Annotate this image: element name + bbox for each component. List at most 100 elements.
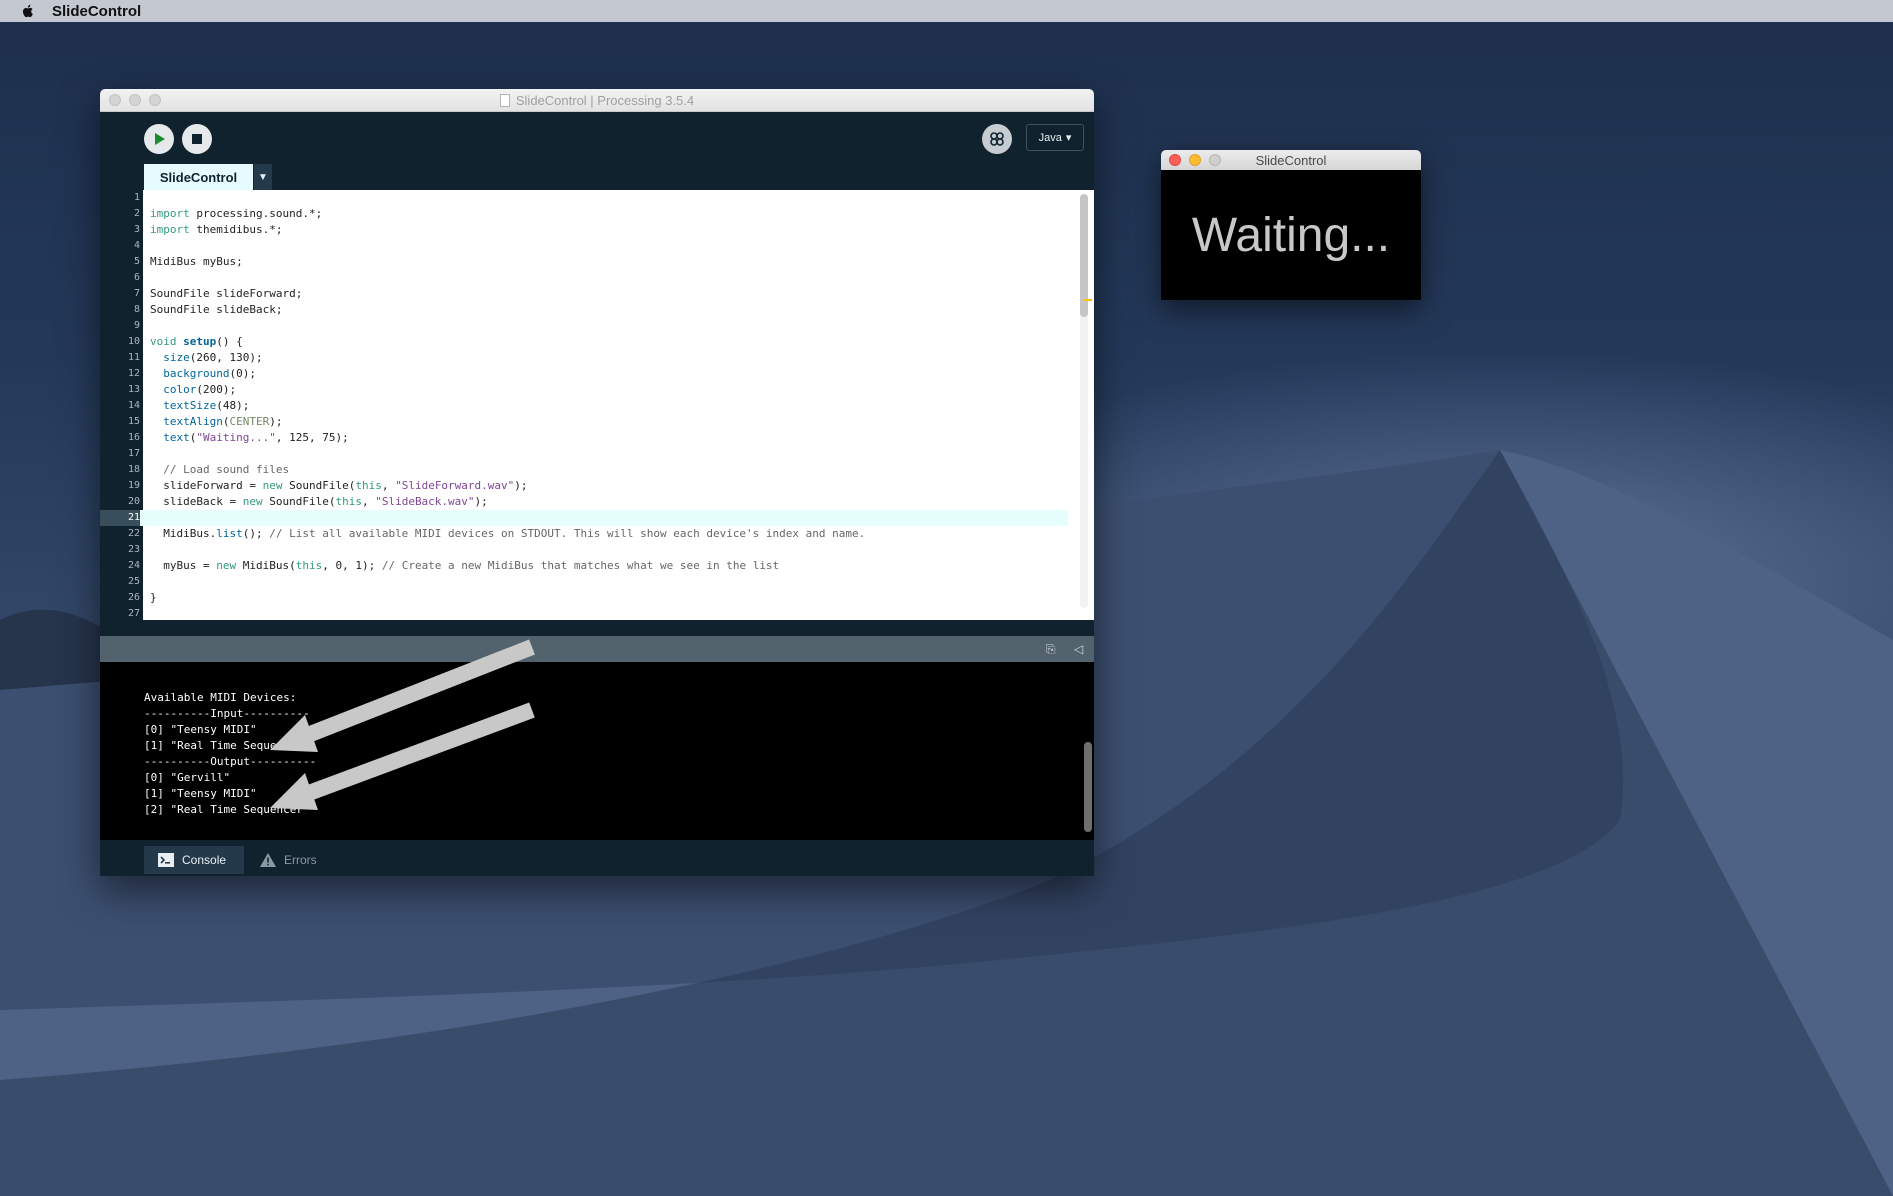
code-text[interactable]: MidiBus.list(); // List all available MI… [150,526,865,542]
line-number: 10 [127,336,140,347]
code-text[interactable]: SoundFile slideBack; [150,302,282,318]
close-button[interactable] [109,94,121,106]
code-text[interactable]: import processing.sound.*; [150,206,322,222]
code-line[interactable]: 22 MidiBus.list(); // List all available… [100,526,1068,542]
code-line[interactable]: 21 [100,510,1068,526]
line-number: 12 [127,368,140,379]
processing-window: SlideControl | Processing 3.5.4 Java ▾ S… [100,89,1094,876]
code-line[interactable]: 24 myBus = new MidiBus(this, 0, 1); // C… [100,558,1068,574]
line-number: 8 [133,304,140,315]
code-line[interactable]: 1 [100,190,1068,206]
line-number: 1 [133,192,140,203]
code-line[interactable]: 12 background(0); [100,366,1068,382]
terminal-icon [158,853,174,867]
code-line[interactable]: 18 // Load sound files [100,462,1068,478]
minimize-button[interactable] [129,94,141,106]
errors-tab-label: Errors [284,853,317,867]
console-divider[interactable]: ⎘ ◁ [100,636,1094,662]
code-line[interactable]: 10 void setup() { [100,334,1068,350]
line-number: 4 [133,240,140,251]
console-scrollbar[interactable] [1084,742,1092,832]
line-number: 3 [133,224,140,235]
menu-bar: SlideControl [0,0,1893,22]
line-number: 15 [127,416,140,427]
code-line[interactable]: 23 [100,542,1068,558]
code-text[interactable]: void setup() { [150,334,243,350]
line-number: 9 [133,320,140,331]
code-text[interactable]: myBus = new MidiBus(this, 0, 1); // Crea… [150,558,779,574]
butterfly-icon [990,132,1004,146]
mode-selector[interactable]: Java ▾ [1026,124,1084,151]
window-title-text: SlideControl | Processing 3.5.4 [515,92,695,108]
line-number: 11 [127,352,140,363]
app-menu-name[interactable]: SlideControl [52,3,141,20]
tab-menu-button[interactable]: ▼ [254,164,272,191]
code-line[interactable]: 27 [100,606,1068,622]
code-text[interactable]: size(260, 130); [150,350,262,366]
code-line[interactable]: 11 size(260, 130); [100,350,1068,366]
code-line[interactable]: 14 textSize(48); [100,398,1068,414]
code-text[interactable]: // Load sound files [150,462,289,478]
line-number: 19 [127,480,140,491]
code-line[interactable]: 20 slideBack = new SoundFile(this, "Slid… [100,494,1068,510]
collapse-icon[interactable]: ◁ [1074,642,1083,656]
sketch-zoom-button[interactable] [1209,154,1221,166]
code-line[interactable]: 9 [100,318,1068,334]
console-line: ----------Input---------- [144,707,310,720]
copy-icon[interactable]: ⎘ [1046,642,1056,657]
editor-scrollbar[interactable] [1080,194,1088,608]
sketch-close-button[interactable] [1169,154,1181,166]
code-text[interactable]: textSize(48); [150,398,249,414]
line-number: 13 [127,384,140,395]
code-line[interactable]: 25 [100,574,1068,590]
debugger-button[interactable] [982,124,1012,154]
code-line[interactable]: 13 color(200); [100,382,1068,398]
console-line: [0] "Gervill" [144,771,231,784]
console-line: [1] "Real Time Sequencer" [144,739,310,752]
code-line[interactable]: 7 SoundFile slideForward; [100,286,1068,302]
code-text[interactable]: import themidibus.*; [150,222,282,238]
console-tab[interactable]: Console [144,846,244,874]
code-text[interactable]: slideBack = new SoundFile(this, "SlideBa… [150,494,488,510]
sketch-minimize-button[interactable] [1189,154,1201,166]
code-editor[interactable]: 1 2 import processing.sound.*; 3 import them… [100,190,1094,620]
code-line[interactable]: 15 textAlign(CENTER); [100,414,1068,430]
code-text[interactable]: } [150,590,157,606]
apple-icon[interactable] [20,3,36,19]
errors-tab[interactable]: Errors [246,846,334,874]
code-line[interactable]: 17 [100,446,1068,462]
window-title: SlideControl | Processing 3.5.4 [499,92,695,108]
console-output[interactable]: Available MIDI Devices: ----------Input--… [100,662,1094,840]
warning-icon [260,853,276,867]
code-line[interactable]: 6 [100,270,1068,286]
code-line[interactable]: 16 text("Waiting...", 125, 75); [100,430,1068,446]
code-text[interactable]: background(0); [150,366,256,382]
code-line[interactable]: 4 [100,238,1068,254]
code-text[interactable]: slideForward = new SoundFile(this, "Slid… [150,478,527,494]
run-button[interactable] [144,124,174,154]
code-text[interactable]: SoundFile slideForward; [150,286,302,302]
code-text[interactable]: MidiBus myBus; [150,254,243,270]
code-text[interactable]: color(200); [150,382,236,398]
code-line[interactable]: 8 SoundFile slideBack; [100,302,1068,318]
window-titlebar[interactable]: SlideControl | Processing 3.5.4 [100,89,1094,112]
code-line[interactable]: 26} [100,590,1068,606]
zoom-button[interactable] [149,94,161,106]
line-number: 18 [127,464,140,475]
code-text[interactable]: text("Waiting...", 125, 75); [150,430,348,446]
code-line[interactable]: 19 slideForward = new SoundFile(this, "S… [100,478,1068,494]
sketch-titlebar[interactable]: SlideControl [1161,150,1421,170]
code-area[interactable]: 1 2 import processing.sound.*; 3 import them… [100,190,1068,620]
code-text[interactable]: textAlign(CENTER); [150,414,282,430]
tab-slidecontrol[interactable]: SlideControl [144,164,253,191]
code-line[interactable]: 2 import processing.sound.*; [100,206,1068,222]
error-marker [1084,299,1092,301]
line-number: 14 [127,400,140,411]
console-tab-label: Console [182,853,227,867]
line-number: 25 [127,576,140,587]
stop-button[interactable] [182,124,212,154]
mode-label: Java [1038,131,1062,144]
chevron-down-icon: ▾ [1065,132,1072,144]
code-line[interactable]: 3 import themidibus.*; [100,222,1068,238]
code-line[interactable]: 5 MidiBus myBus; [100,254,1068,270]
